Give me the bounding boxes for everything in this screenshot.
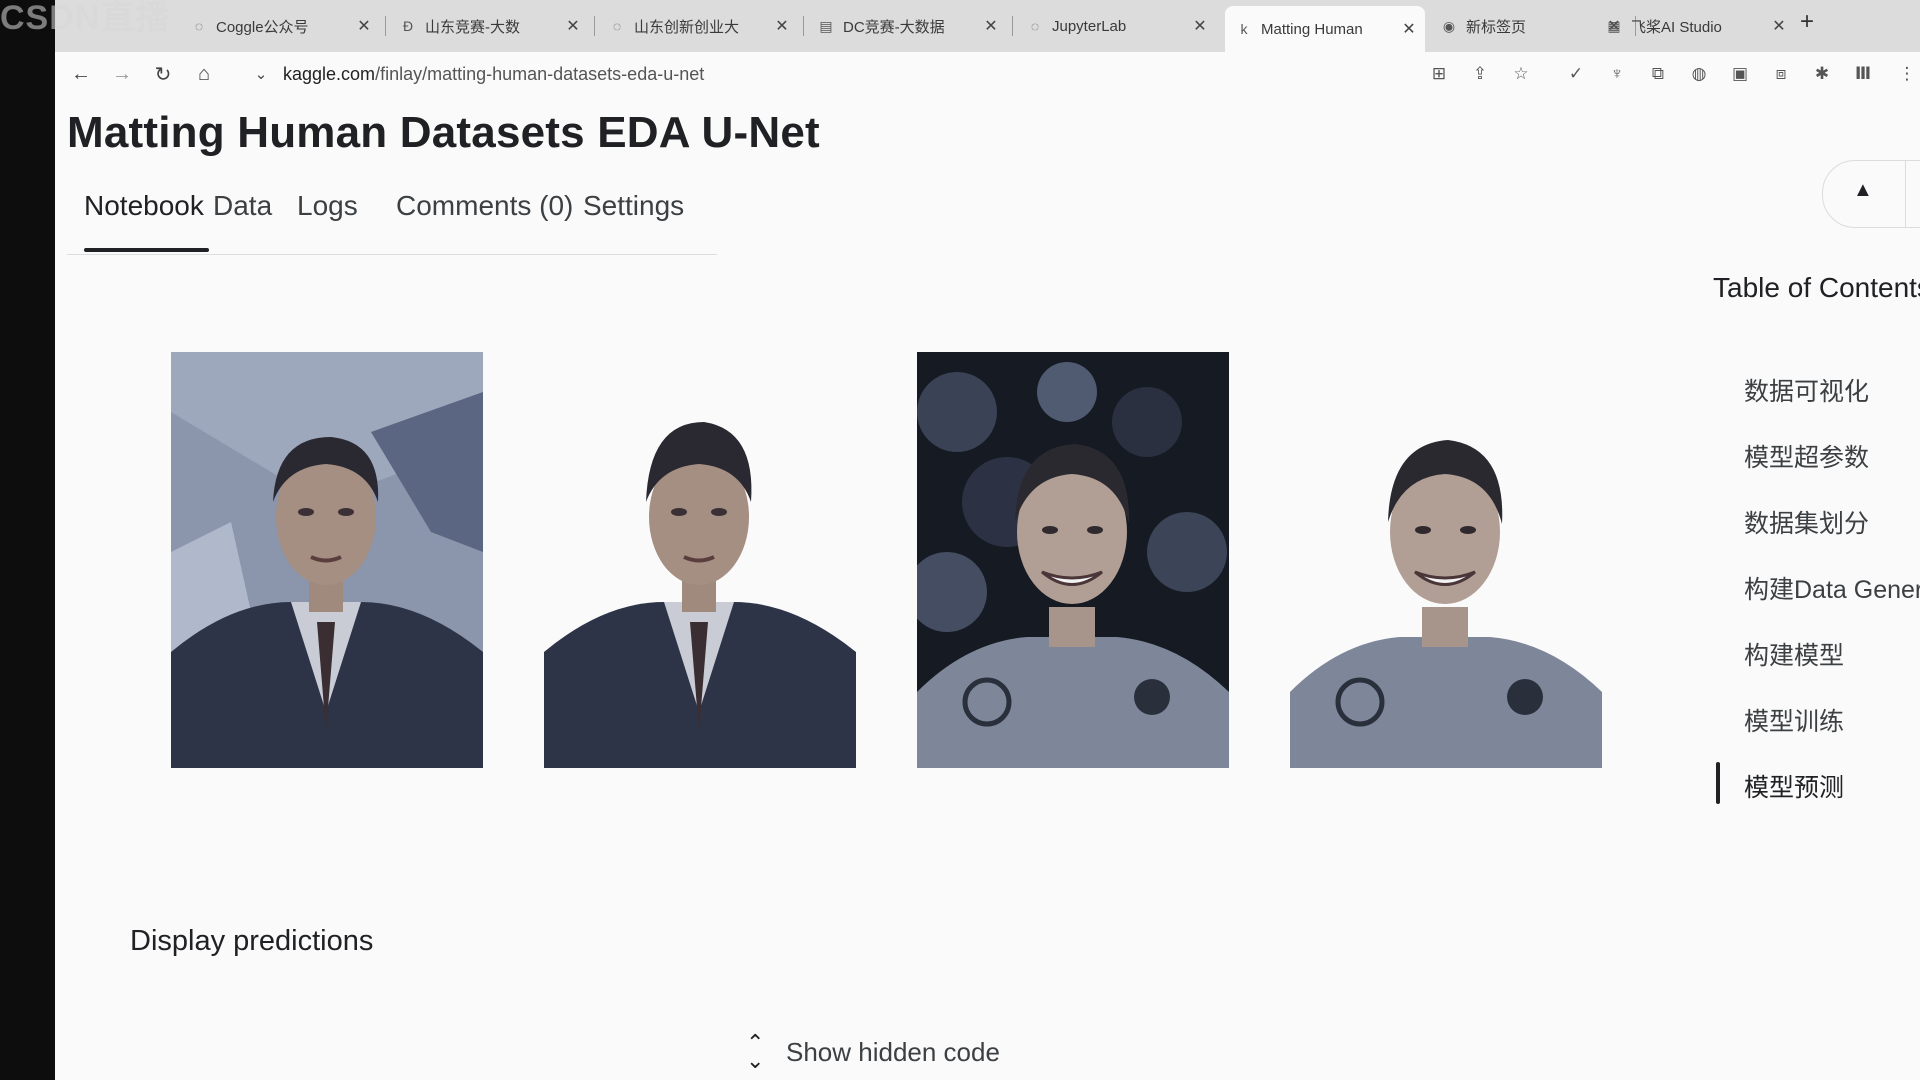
translate-icon[interactable]: ⊞ <box>1427 62 1451 86</box>
address-toolbar: ← → ↻ ⌂ ⌄ kaggle.com/finlay/matting-huma… <box>55 52 1920 96</box>
browser-tab[interactable]: ◌ Coggle公众号 ✕ <box>180 6 380 46</box>
back-icon[interactable]: ← <box>67 60 95 88</box>
expand-icon: ⌃ ⌄ <box>746 1030 765 1073</box>
tab-separator <box>385 16 386 36</box>
check-icon[interactable]: ✓ <box>1564 62 1588 86</box>
loading-icon: ◌ <box>1030 18 1040 34</box>
tab-title: 山东竞赛-大数 <box>425 18 520 36</box>
section-heading: Display predictions <box>130 925 374 957</box>
close-icon[interactable]: ✕ <box>1769 16 1789 36</box>
show-hidden-code-button[interactable]: ⌃ ⌄ Show hidden code <box>746 1030 1000 1073</box>
tab-notebook[interactable]: Notebook <box>84 190 204 222</box>
extension-icon[interactable]: ♆ <box>1605 62 1629 86</box>
tab-data[interactable]: Data <box>213 190 272 222</box>
toc-item-active[interactable]: 模型预测 <box>1744 768 1844 804</box>
tab-settings[interactable]: Settings <box>583 190 684 222</box>
browser-window: ◌ Coggle公众号 ✕ Ɖ 山东竞赛-大数 ✕ ◌ 山东创新创业大 ✕ ▤ … <box>55 0 1920 1080</box>
paddle-icon: ▦ <box>1607 17 1621 34</box>
toc-item[interactable]: 数据可视化 <box>1744 372 1869 408</box>
page-title: Matting Human Datasets EDA U-Net <box>67 108 820 157</box>
tab-title: DC竞赛-大数据 <box>843 18 945 36</box>
tab-title: Matting Human <box>1261 20 1363 38</box>
close-icon[interactable]: ✕ <box>772 16 792 36</box>
dc-icon: Ɖ <box>402 18 414 34</box>
output-image-original-1 <box>171 352 483 768</box>
address-bar[interactable]: kaggle.com/finlay/matting-human-datasets… <box>283 64 704 85</box>
pill-divider <box>1905 161 1906 227</box>
output-image-mask-2 <box>1290 352 1602 768</box>
tab-title: Coggle公众号 <box>216 18 309 36</box>
tab-strip: ◌ Coggle公众号 ✕ Ɖ 山东竞赛-大数 ✕ ◌ 山东创新创业大 ✕ ▤ … <box>55 0 1920 52</box>
output-image-original-2 <box>917 352 1229 768</box>
close-icon[interactable]: ✕ <box>1399 19 1419 39</box>
toc-item[interactable]: 构建模型 <box>1744 636 1844 672</box>
upvote-icon[interactable]: ▲ <box>1853 179 1873 202</box>
loading-icon: ◌ <box>612 18 622 34</box>
reload-icon[interactable]: ↻ <box>149 60 177 88</box>
vote-pill: ▲ 0 <box>1822 160 1920 228</box>
extension-icon[interactable]: ⧈ <box>1769 62 1793 86</box>
notebook-tabs: Notebook Data Logs Comments (0) Settings <box>67 186 717 255</box>
chrome-icon: ◉ <box>1442 17 1456 34</box>
close-icon[interactable]: ✕ <box>354 16 374 36</box>
browser-tab-active[interactable]: k Matting Human ✕ <box>1225 6 1425 52</box>
close-icon[interactable]: ✕ <box>1190 16 1210 36</box>
profile-icon[interactable]: Ⅲ <box>1851 62 1875 86</box>
site-info-icon[interactable]: ⌄ <box>247 60 275 88</box>
toc-item[interactable]: 模型超参数 <box>1744 438 1869 474</box>
tab-comments[interactable]: Comments (0) <box>396 190 573 222</box>
forward-icon[interactable]: → <box>108 60 136 88</box>
browser-tab[interactable]: ▦ 飞桨AI Studio ✕ <box>1595 6 1795 46</box>
menu-icon[interactable]: ⋮ <box>1895 62 1919 86</box>
tab-title: 山东创新创业大 <box>634 18 740 36</box>
extension-icon[interactable]: ◍ <box>1687 62 1711 86</box>
home-icon[interactable]: ⌂ <box>190 60 218 88</box>
browser-tab[interactable]: ▤ DC竞赛-大数据 ✕ <box>807 6 1007 46</box>
extension-icon[interactable]: ▣ <box>1728 62 1752 86</box>
active-tab-underline <box>84 248 209 252</box>
tab-logs[interactable]: Logs <box>297 190 358 222</box>
new-tab-button[interactable]: + <box>1800 8 1814 36</box>
close-icon[interactable]: ✕ <box>981 16 1001 36</box>
close-icon[interactable]: ✕ <box>563 16 583 36</box>
stream-watermark: CSDN直播 <box>0 0 171 37</box>
toc-active-marker <box>1716 762 1720 804</box>
puzzle-icon[interactable]: ✱ <box>1810 62 1834 86</box>
show-hidden-code-label: Show hidden code <box>786 1036 1000 1067</box>
kaggle-k-icon: k <box>1240 21 1248 37</box>
left-dark-strip <box>0 0 55 1080</box>
url-host: kaggle.com <box>283 64 376 84</box>
share-icon[interactable]: ⇪ <box>1468 62 1492 86</box>
tab-title: 飞桨AI Studio <box>1631 18 1722 36</box>
tab-separator <box>1012 16 1013 36</box>
browser-tab[interactable]: ◌ 山东创新创业大 ✕ <box>598 6 798 46</box>
toc-item[interactable]: 模型训练 <box>1744 702 1844 738</box>
tab-separator <box>803 16 804 36</box>
toc-title: Table of Contents <box>1713 272 1920 303</box>
url-path: /finlay/matting-human-datasets-eda-u-net <box>375 64 705 84</box>
toc-item[interactable]: 数据集划分 <box>1744 504 1869 540</box>
tab-separator <box>594 16 595 36</box>
toc-item[interactable]: 构建Data Generator <box>1744 570 1920 606</box>
star-icon[interactable]: ☆ <box>1509 62 1533 86</box>
output-image-mask-1 <box>544 352 856 768</box>
extension-icon[interactable]: ⧉ <box>1646 62 1670 86</box>
dc-icon: ▤ <box>819 17 833 34</box>
tab-title: 新标签页 <box>1466 18 1527 36</box>
browser-tab[interactable]: ◌ JupyterLab ✕ <box>1016 6 1216 46</box>
tab-title: JupyterLab <box>1052 17 1127 35</box>
coggle-icon: ◌ <box>194 18 204 34</box>
browser-tab[interactable]: Ɖ 山东竞赛-大数 ✕ <box>389 6 589 46</box>
